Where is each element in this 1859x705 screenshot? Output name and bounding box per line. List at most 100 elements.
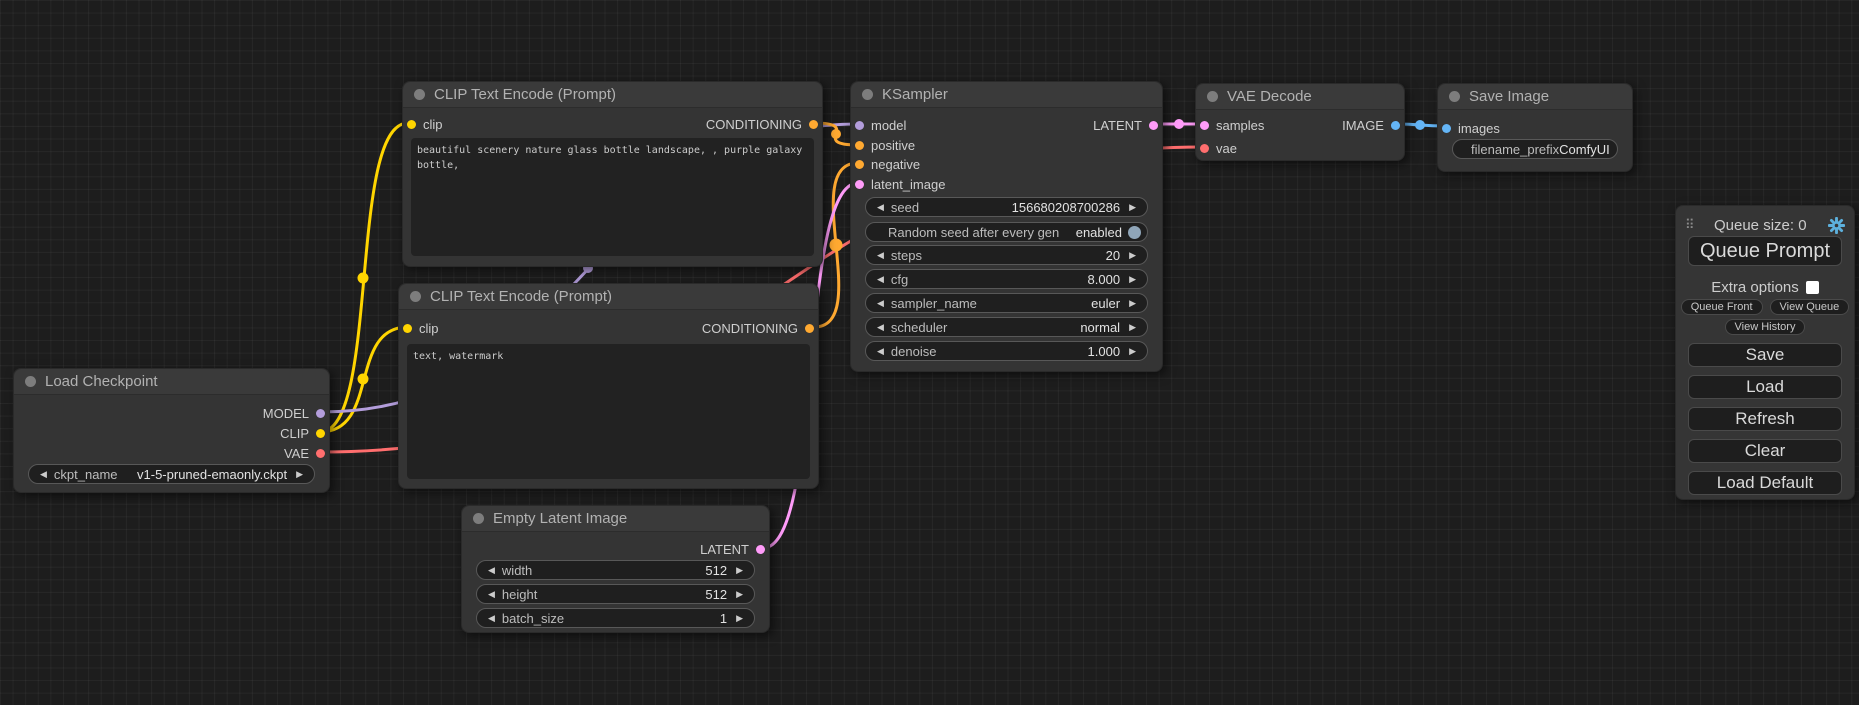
view-queue-button[interactable]: View Queue bbox=[1770, 299, 1850, 315]
collapse-dot[interactable] bbox=[1449, 91, 1460, 102]
input-slot-clip[interactable]: clip bbox=[407, 117, 443, 132]
input-slot-clip[interactable]: clip bbox=[403, 321, 439, 336]
slot-dot[interactable] bbox=[403, 324, 412, 333]
node-title-bar[interactable]: Load Checkpoint bbox=[14, 369, 329, 395]
widget-steps[interactable]: ◀ steps 20 ▶ bbox=[865, 245, 1148, 265]
collapse-dot[interactable] bbox=[862, 89, 873, 100]
slot-dot[interactable] bbox=[855, 180, 864, 189]
increment-arrow[interactable]: ▶ bbox=[1126, 323, 1139, 332]
output-slot-vae[interactable]: VAE bbox=[284, 446, 325, 461]
decrement-arrow[interactable]: ◀ bbox=[874, 299, 887, 308]
increment-arrow[interactable]: ▶ bbox=[1126, 275, 1139, 284]
decrement-arrow[interactable]: ◀ bbox=[874, 275, 887, 284]
slot-dot[interactable] bbox=[1200, 144, 1209, 153]
widget-scheduler[interactable]: ◀ scheduler normal ▶ bbox=[865, 317, 1148, 337]
collapse-dot[interactable] bbox=[410, 291, 421, 302]
load-default-button[interactable]: Load Default bbox=[1688, 471, 1842, 495]
toggle-knob[interactable] bbox=[1128, 226, 1141, 239]
decrement-arrow[interactable]: ◀ bbox=[874, 323, 887, 332]
slot-dot[interactable] bbox=[316, 449, 325, 458]
widget-seed[interactable]: ◀ seed 156680208700286 ▶ bbox=[865, 197, 1148, 217]
increment-arrow[interactable]: ▶ bbox=[1126, 299, 1139, 308]
slot-dot[interactable] bbox=[1149, 121, 1158, 130]
widget-width[interactable]: ◀ width 512 ▶ bbox=[476, 560, 755, 580]
decrement-arrow[interactable]: ◀ bbox=[37, 470, 50, 479]
slot-dot[interactable] bbox=[1442, 124, 1451, 133]
drag-handle-icon[interactable]: ⠿ bbox=[1685, 217, 1693, 233]
increment-arrow[interactable]: ▶ bbox=[293, 470, 306, 479]
output-slot-latent[interactable]: LATENT bbox=[700, 542, 765, 557]
widget-batch-size[interactable]: ◀ batch_size 1 ▶ bbox=[476, 608, 755, 628]
input-slot-positive[interactable]: positive bbox=[855, 138, 915, 153]
decrement-arrow[interactable]: ◀ bbox=[485, 614, 498, 623]
prompt-textarea[interactable]: text, watermark bbox=[407, 344, 810, 479]
increment-arrow[interactable]: ▶ bbox=[733, 566, 746, 575]
slot-dot[interactable] bbox=[855, 141, 864, 150]
slot-dot[interactable] bbox=[805, 324, 814, 333]
node-title-bar[interactable]: Empty Latent Image bbox=[462, 506, 769, 532]
extra-options-checkbox[interactable] bbox=[1806, 281, 1819, 294]
slot-dot[interactable] bbox=[756, 545, 765, 554]
node-load-checkpoint[interactable]: Load Checkpoint MODEL CLIP VAE ◀ ckpt_na… bbox=[13, 368, 330, 493]
node-title-bar[interactable]: KSampler bbox=[851, 82, 1162, 108]
output-slot-conditioning[interactable]: CONDITIONING bbox=[706, 117, 818, 132]
queue-prompt-button[interactable]: Queue Prompt bbox=[1688, 236, 1842, 266]
widget-denoise[interactable]: ◀ denoise 1.000 ▶ bbox=[865, 341, 1148, 361]
increment-arrow[interactable]: ▶ bbox=[733, 590, 746, 599]
clear-button[interactable]: Clear bbox=[1688, 439, 1842, 463]
widget-ckpt-name[interactable]: ◀ ckpt_name v1-5-pruned-emaonly.ckpt ▶ bbox=[28, 464, 315, 484]
slot-dot[interactable] bbox=[316, 409, 325, 418]
increment-arrow[interactable]: ▶ bbox=[1126, 251, 1139, 260]
settings-gear-icon[interactable] bbox=[1828, 217, 1845, 234]
decrement-arrow[interactable]: ◀ bbox=[874, 203, 887, 212]
widget-sampler-name[interactable]: ◀ sampler_name euler ▶ bbox=[865, 293, 1148, 313]
node-save-image[interactable]: Save Image images filename_prefix ComfyU… bbox=[1437, 83, 1633, 172]
slot-dot[interactable] bbox=[855, 121, 864, 130]
output-slot-conditioning[interactable]: CONDITIONING bbox=[702, 321, 814, 336]
node-ksampler[interactable]: KSampler model LATENT positive negative … bbox=[850, 81, 1163, 372]
increment-arrow[interactable]: ▶ bbox=[733, 614, 746, 623]
node-title-bar[interactable]: CLIP Text Encode (Prompt) bbox=[399, 284, 818, 310]
slot-dot[interactable] bbox=[809, 120, 818, 129]
output-slot-model[interactable]: MODEL bbox=[263, 406, 325, 421]
output-slot-clip[interactable]: CLIP bbox=[280, 426, 325, 441]
slot-dot[interactable] bbox=[1200, 121, 1209, 130]
collapse-dot[interactable] bbox=[414, 89, 425, 100]
queue-front-button[interactable]: Queue Front bbox=[1681, 299, 1763, 315]
increment-arrow[interactable]: ▶ bbox=[1126, 203, 1139, 212]
slot-dot[interactable] bbox=[1391, 121, 1400, 130]
node-title-bar[interactable]: Save Image bbox=[1438, 84, 1632, 110]
node-clip-text-encode-positive[interactable]: CLIP Text Encode (Prompt) clip CONDITION… bbox=[402, 81, 823, 267]
input-slot-vae[interactable]: vae bbox=[1200, 141, 1237, 156]
decrement-arrow[interactable]: ◀ bbox=[874, 251, 887, 260]
input-slot-samples[interactable]: samples bbox=[1200, 118, 1264, 133]
increment-arrow[interactable]: ▶ bbox=[1126, 347, 1139, 356]
input-slot-negative[interactable]: negative bbox=[855, 157, 920, 172]
input-slot-images[interactable]: images bbox=[1442, 121, 1500, 136]
slot-dot[interactable] bbox=[407, 120, 416, 129]
widget-random-seed-toggle[interactable]: Random seed after every gen enabled bbox=[865, 222, 1148, 242]
widget-filename-prefix[interactable]: filename_prefix ComfyUI bbox=[1452, 139, 1618, 159]
load-button[interactable]: Load bbox=[1688, 375, 1842, 399]
decrement-arrow[interactable]: ◀ bbox=[485, 590, 498, 599]
decrement-arrow[interactable]: ◀ bbox=[874, 347, 887, 356]
node-empty-latent-image[interactable]: Empty Latent Image LATENT ◀ width 512 ▶ … bbox=[461, 505, 770, 633]
save-button[interactable]: Save bbox=[1688, 343, 1842, 367]
collapse-dot[interactable] bbox=[473, 513, 484, 524]
view-history-button[interactable]: View History bbox=[1725, 319, 1806, 335]
widget-cfg[interactable]: ◀ cfg 8.000 ▶ bbox=[865, 269, 1148, 289]
node-vae-decode[interactable]: VAE Decode samples IMAGE vae bbox=[1195, 83, 1405, 161]
slot-dot[interactable] bbox=[855, 160, 864, 169]
input-slot-latent-image[interactable]: latent_image bbox=[855, 177, 945, 192]
refresh-button[interactable]: Refresh bbox=[1688, 407, 1842, 431]
node-title-bar[interactable]: CLIP Text Encode (Prompt) bbox=[403, 82, 822, 108]
output-slot-image[interactable]: IMAGE bbox=[1342, 118, 1400, 133]
widget-height[interactable]: ◀ height 512 ▶ bbox=[476, 584, 755, 604]
collapse-dot[interactable] bbox=[25, 376, 36, 387]
input-slot-model[interactable]: model bbox=[855, 118, 906, 133]
node-clip-text-encode-negative[interactable]: CLIP Text Encode (Prompt) clip CONDITION… bbox=[398, 283, 819, 489]
output-slot-latent[interactable]: LATENT bbox=[1093, 118, 1158, 133]
collapse-dot[interactable] bbox=[1207, 91, 1218, 102]
prompt-textarea[interactable]: beautiful scenery nature glass bottle la… bbox=[411, 138, 814, 256]
slot-dot[interactable] bbox=[316, 429, 325, 438]
